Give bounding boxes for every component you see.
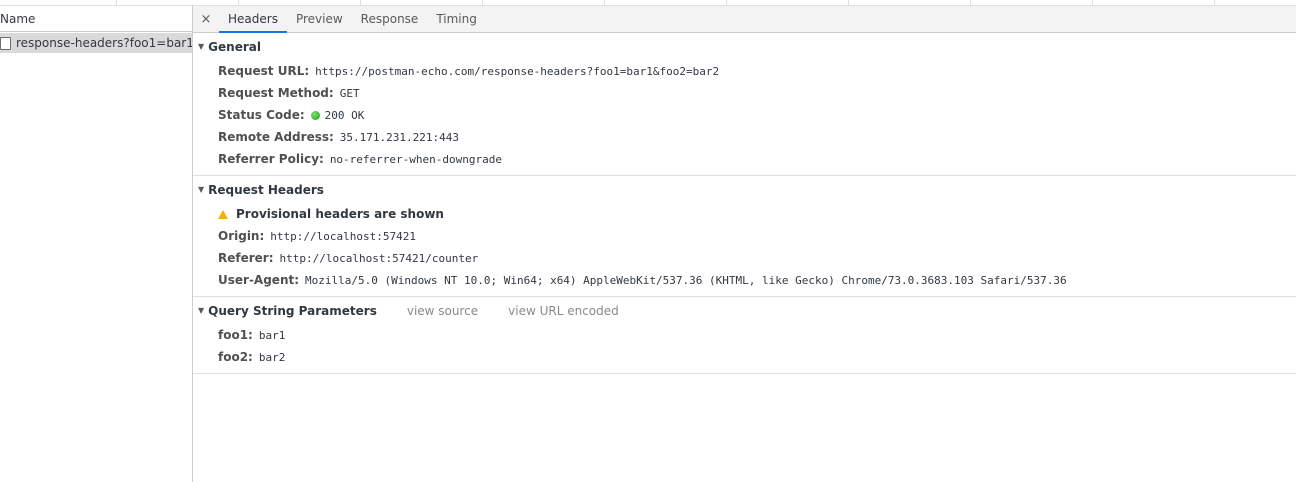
request-method-label: Request Method: [218, 86, 334, 100]
request-row[interactable]: response-headers?foo1=bar1... [0, 33, 192, 53]
close-icon[interactable]: × [193, 6, 219, 32]
referer-label: Referer: [218, 251, 274, 265]
query-param-value: bar2 [258, 350, 286, 364]
origin-label: Origin: [218, 229, 265, 243]
status-code-label: Status Code: [218, 108, 305, 122]
query-param-value: bar1 [258, 328, 286, 342]
view-source-link[interactable]: view source [407, 304, 478, 318]
request-method-value: GET [339, 86, 360, 100]
general-section: ▼ General Request URL: https://postman-e… [193, 33, 1296, 176]
user-agent-label: User-Agent: [218, 273, 300, 287]
query-params-section-title: Query String Parameters [208, 303, 377, 318]
request-headers-section-header[interactable]: ▼ Request Headers [193, 176, 1296, 203]
user-agent-value: Mozilla/5.0 (Windows NT 10.0; Win64; x64… [305, 273, 1067, 287]
referer-row: Referer: http://localhost:57421/counter [193, 247, 1296, 269]
tab-timing[interactable]: Timing [427, 6, 486, 32]
query-param-row: foo1: bar1 [193, 324, 1296, 346]
provisional-warning: Provisional headers are shown [218, 207, 444, 221]
details-tab-bar: × Headers Preview Response Timing [193, 6, 1296, 33]
provisional-warning-text: Provisional headers are shown [236, 207, 444, 221]
general-section-header[interactable]: ▼ General [193, 33, 1296, 60]
query-param-key: foo2: [218, 350, 253, 364]
query-param-row: foo2: bar2 [193, 346, 1296, 368]
remote-address-row: Remote Address: 35.171.231.221:443 [193, 126, 1296, 148]
expand-triangle-icon: ▼ [198, 306, 205, 315]
request-url-label: Request URL: [218, 64, 310, 78]
referrer-policy-row: Referrer Policy: no-referrer-when-downgr… [193, 148, 1296, 170]
remote-address-label: Remote Address: [218, 130, 334, 144]
general-section-title: General [208, 39, 261, 54]
status-code-row: Status Code: 200 OK [193, 104, 1296, 126]
origin-row: Origin: http://localhost:57421 [193, 225, 1296, 247]
referrer-policy-value: no-referrer-when-downgrade [329, 152, 502, 166]
query-param-key: foo1: [218, 328, 253, 342]
request-url-row: Request URL: https://postman-echo.com/re… [193, 60, 1296, 82]
provisional-warning-row: Provisional headers are shown [193, 203, 1296, 225]
warning-icon [218, 209, 228, 219]
request-headers-section: ▼ Request Headers Provisional headers ar… [193, 176, 1296, 297]
request-url-value: https://postman-echo.com/response-header… [315, 64, 720, 78]
tab-headers[interactable]: Headers [219, 6, 287, 33]
user-agent-row: User-Agent: Mozilla/5.0 (Windows NT 10.0… [193, 269, 1296, 291]
view-url-encoded-link[interactable]: view URL encoded [508, 304, 619, 318]
tab-preview[interactable]: Preview [287, 6, 352, 32]
expand-triangle-icon: ▼ [198, 185, 205, 194]
expand-triangle-icon: ▼ [198, 42, 205, 51]
status-ok-dot-icon [310, 110, 320, 120]
query-params-section-header[interactable]: ▼ Query String Parameters view source vi… [193, 297, 1296, 324]
query-params-section: ▼ Query String Parameters view source vi… [193, 297, 1296, 374]
request-row-checkbox[interactable] [0, 36, 11, 50]
remote-address-value: 35.171.231.221:443 [339, 130, 460, 144]
referrer-policy-label: Referrer Policy: [218, 152, 324, 166]
request-row-label: response-headers?foo1=bar1... [16, 36, 192, 50]
status-code-value: 200 OK [324, 108, 365, 122]
origin-value: http://localhost:57421 [270, 229, 416, 243]
request-list-panel: Name response-headers?foo1=bar1... [0, 6, 193, 482]
tab-response[interactable]: Response [352, 6, 428, 32]
request-details-panel: × Headers Preview Response Timing ▼ Gene… [193, 6, 1296, 482]
request-headers-section-title: Request Headers [208, 182, 324, 197]
referer-value: http://localhost:57421/counter [279, 251, 479, 265]
request-method-row: Request Method: GET [193, 82, 1296, 104]
name-column-header[interactable]: Name [0, 6, 192, 32]
